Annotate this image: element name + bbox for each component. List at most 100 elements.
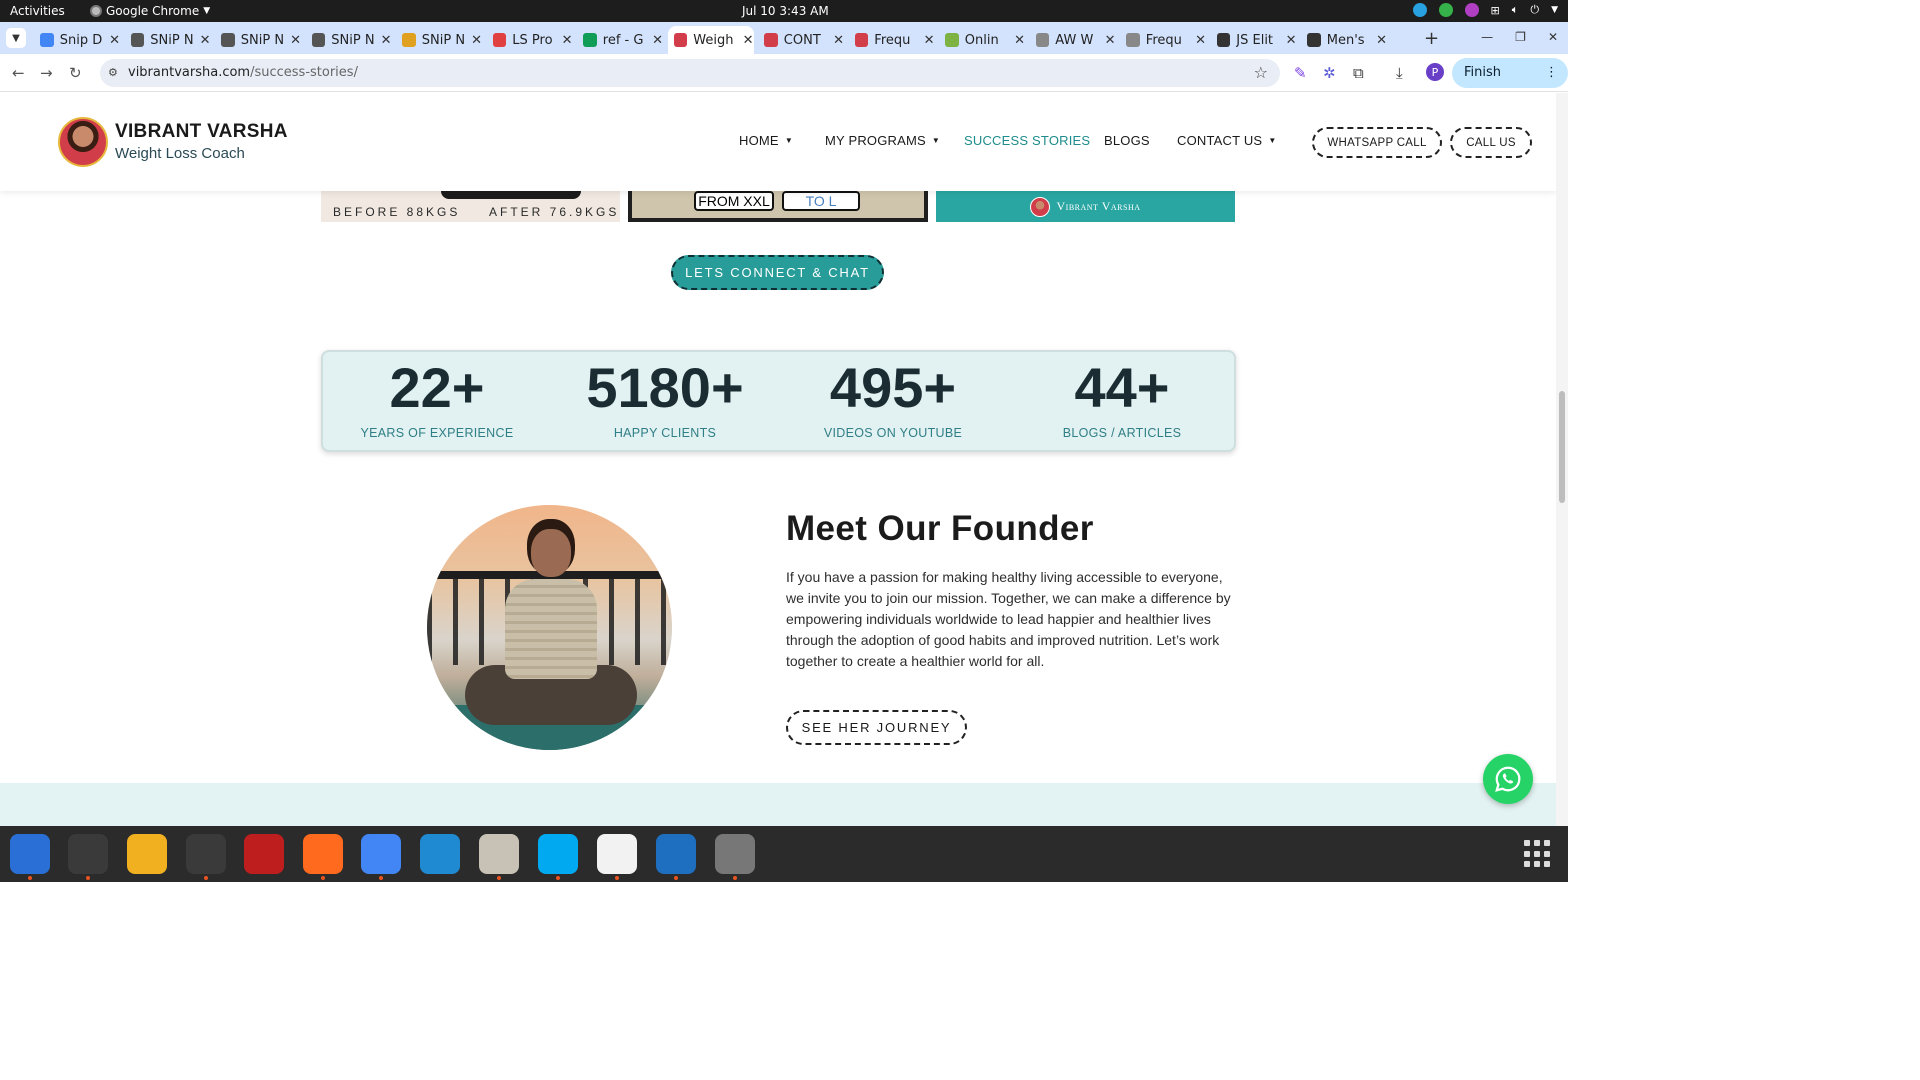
chevron-down-icon[interactable]: ▼ (1551, 5, 1558, 15)
figure-head (531, 529, 571, 577)
gear-extension-icon[interactable]: ✲ (1323, 64, 1336, 82)
skype-icon[interactable] (538, 834, 578, 874)
close-tab-icon[interactable]: ✕ (471, 33, 482, 48)
tab-search-button[interactable]: ▼ (6, 28, 26, 48)
browser-tab[interactable]: AW W ✕ (1030, 26, 1116, 54)
browser-tab[interactable]: CONT ✕ (758, 26, 844, 54)
nav-success-stories[interactable]: SUCCESS STORIES (964, 133, 1090, 148)
logo-avatar[interactable] (58, 117, 108, 167)
stat-label: BLOGS / ARTICLES (1062, 426, 1182, 440)
profile-avatar[interactable]: P (1426, 63, 1444, 81)
nav-my-programs[interactable]: MY PROGRAMS ▼ (825, 133, 940, 148)
browser-tab[interactable]: SNiP N ✕ (306, 26, 392, 54)
browser-tab[interactable]: SNiP N ✕ (215, 26, 301, 54)
extension-status-icon[interactable] (1464, 3, 1479, 17)
close-tab-icon[interactable]: ✕ (290, 33, 301, 48)
browser-tab[interactable]: SNiP N ✕ (125, 26, 211, 54)
thunderbird-icon[interactable] (10, 834, 50, 874)
close-tab-icon[interactable]: ✕ (1105, 33, 1116, 48)
close-tab-icon[interactable]: ✕ (652, 33, 663, 48)
close-icon[interactable]: ✕ (1548, 30, 1558, 44)
lets-connect-chat-button[interactable]: LETS CONNECT & CHAT (671, 255, 884, 290)
extensions-puzzle-icon[interactable]: ⧉ (1353, 64, 1364, 82)
browser-tab[interactable]: Frequ ✕ (849, 26, 935, 54)
disk-icon[interactable] (715, 834, 755, 874)
forward-button[interactable]: → (40, 64, 53, 82)
whatsapp-call-button[interactable]: WHATSAPP CALL (1312, 127, 1442, 158)
close-tab-icon[interactable]: ✕ (1014, 33, 1025, 48)
nav-blogs[interactable]: BLOGS (1104, 133, 1150, 148)
close-tab-icon[interactable]: ✕ (743, 33, 754, 48)
system-tray[interactable]: ⊞ 🔈︎ ⏻ ▼ (1412, 3, 1558, 17)
download-icon[interactable]: ⤓ (1396, 64, 1403, 82)
tab-title: Frequ (874, 32, 911, 48)
power-icon[interactable]: ⏻ (1530, 3, 1539, 17)
address-bar[interactable]: ⚙ vibrantvarsha.com/success-stories/ ☆ (100, 59, 1280, 87)
stat-value: 22+ (389, 356, 485, 419)
files-icon[interactable] (479, 834, 519, 874)
scrollbar-thumb[interactable] (1559, 391, 1565, 503)
url-text[interactable]: vibrantvarsha.com/success-stories/ (128, 65, 358, 80)
browser-tab[interactable]: Weigh ✕ (667, 26, 754, 54)
network-icon[interactable]: ⊞ (1491, 4, 1500, 17)
browser-tab[interactable]: Onlin ✕ (939, 26, 1025, 54)
chevron-down-icon: ▼ (931, 136, 941, 145)
vscode-icon[interactable] (420, 834, 460, 874)
site-info-icon[interactable]: ⚙ (108, 66, 122, 80)
clock[interactable]: Jul 10 3:43 AM (742, 4, 829, 18)
reload-button[interactable]: ↻ (69, 64, 82, 82)
nav-contact-us[interactable]: CONTACT US ▼ (1177, 133, 1276, 148)
show-applications-icon[interactable] (1524, 840, 1552, 868)
pen-extension-icon[interactable]: ✎ (1294, 64, 1307, 82)
chrome-icon[interactable] (361, 834, 401, 874)
browser-tab[interactable]: SNiP N ✕ (396, 26, 482, 54)
whatsapp-float-button[interactable] (1483, 754, 1533, 804)
browser-tab[interactable]: ref - G ✕ (577, 26, 663, 54)
bookmark-star-icon[interactable]: ☆ (1254, 63, 1268, 82)
browser-tab[interactable]: Men's ✕ (1301, 26, 1387, 54)
minimize-icon[interactable]: — (1481, 30, 1493, 44)
filezilla-icon[interactable] (244, 834, 284, 874)
document-viewer-icon[interactable] (656, 834, 696, 874)
running-indicator (86, 876, 90, 880)
close-tab-icon[interactable]: ✕ (833, 33, 844, 48)
firefox-icon[interactable] (303, 834, 343, 874)
nav-success-stories-label: SUCCESS STORIES (964, 133, 1091, 148)
see-her-journey-button[interactable]: SEE HER JOURNEY (786, 710, 967, 745)
maximize-icon[interactable]: ❐ (1515, 30, 1526, 44)
activities-button[interactable]: Activities (10, 4, 65, 18)
more-menu-icon[interactable]: ⋮ (1545, 58, 1558, 88)
close-tab-icon[interactable]: ✕ (924, 33, 935, 48)
text-editor-icon[interactable] (597, 834, 637, 874)
close-tab-icon[interactable]: ✕ (562, 33, 573, 48)
close-tab-icon[interactable]: ✕ (1195, 33, 1206, 48)
success-story-card-1[interactable]: BEFORE 88KGS AFTER 76.9KGS (321, 191, 620, 222)
success-story-card-2[interactable]: FROM XXL TO L (628, 191, 928, 222)
close-tab-icon[interactable]: ✕ (1286, 33, 1297, 48)
browser-tab[interactable]: LS Pro ✕ (487, 26, 573, 54)
page-scrollbar[interactable] (1556, 93, 1568, 826)
close-tab-icon[interactable]: ✕ (109, 33, 120, 48)
check-icon[interactable] (1438, 3, 1453, 17)
finish-update-button[interactable]: Finish update ⋮ (1452, 58, 1568, 110)
calculator-icon[interactable] (127, 834, 167, 874)
browser-tab[interactable]: Snip D ✕ (34, 26, 120, 54)
close-tab-icon[interactable]: ✕ (381, 33, 392, 48)
brand-name[interactable]: VIBRANT VARSHA (115, 121, 288, 143)
call-us-button[interactable]: CALL US (1450, 127, 1532, 158)
browser-tab[interactable]: Frequ ✕ (1120, 26, 1206, 54)
close-tab-icon[interactable]: ✕ (200, 33, 211, 48)
browser-tab[interactable]: JS Elit ✕ (1211, 26, 1297, 54)
story-photo (632, 191, 924, 218)
system-monitor-icon[interactable] (186, 834, 226, 874)
volume-icon[interactable]: 🔈︎ (1512, 3, 1519, 17)
success-story-card-3[interactable]: Vibrant Varsha (936, 191, 1235, 222)
sync-icon[interactable] (1412, 3, 1427, 17)
new-tab-button[interactable]: + (1424, 28, 1439, 49)
before-weight-label: BEFORE 88KGS (333, 205, 461, 219)
close-tab-icon[interactable]: ✕ (1376, 33, 1387, 48)
back-button[interactable]: ← (12, 64, 25, 82)
nav-home[interactable]: HOME ▼ (739, 133, 793, 148)
terminal-icon[interactable] (68, 834, 108, 874)
app-menu[interactable]: Google Chrome ▼ (90, 4, 210, 18)
